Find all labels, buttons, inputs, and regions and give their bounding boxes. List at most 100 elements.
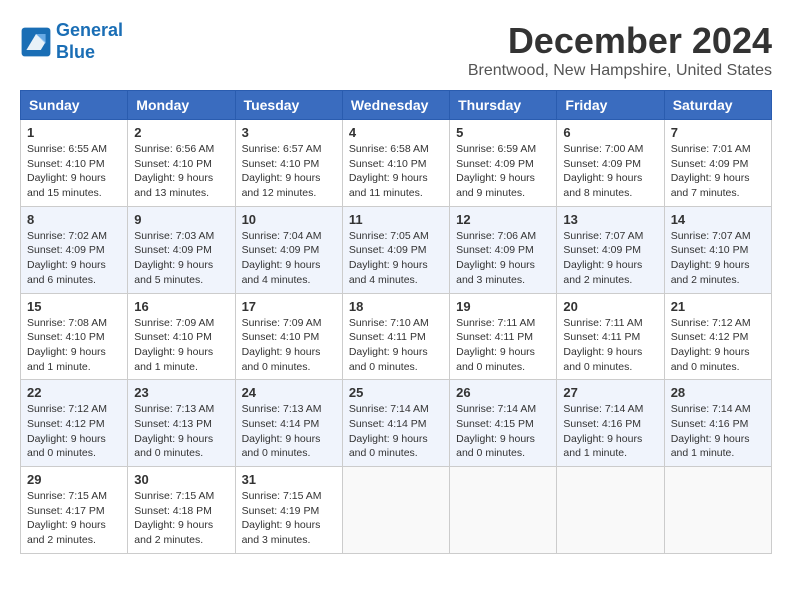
day-info: Sunrise: 7:12 AM Sunset: 4:12 PM Dayligh…	[27, 403, 107, 459]
day-info: Sunrise: 7:09 AM Sunset: 4:10 PM Dayligh…	[134, 317, 214, 373]
day-number: 29	[27, 472, 121, 487]
day-info: Sunrise: 7:03 AM Sunset: 4:09 PM Dayligh…	[134, 230, 214, 286]
logo-text: General Blue	[56, 20, 123, 63]
day-info: Sunrise: 7:06 AM Sunset: 4:09 PM Dayligh…	[456, 230, 536, 286]
table-row: 31 Sunrise: 7:15 AM Sunset: 4:19 PM Dayl…	[235, 467, 342, 554]
table-row: 22 Sunrise: 7:12 AM Sunset: 4:12 PM Dayl…	[21, 380, 128, 467]
day-number: 3	[242, 125, 336, 140]
table-row: 3 Sunrise: 6:57 AM Sunset: 4:10 PM Dayli…	[235, 120, 342, 207]
table-row	[664, 467, 771, 554]
col-thursday: Thursday	[450, 91, 557, 120]
table-row: 25 Sunrise: 7:14 AM Sunset: 4:14 PM Dayl…	[342, 380, 449, 467]
col-friday: Friday	[557, 91, 664, 120]
table-row	[342, 467, 449, 554]
table-row: 19 Sunrise: 7:11 AM Sunset: 4:11 PM Dayl…	[450, 293, 557, 380]
day-info: Sunrise: 7:12 AM Sunset: 4:12 PM Dayligh…	[671, 317, 751, 373]
day-info: Sunrise: 7:00 AM Sunset: 4:09 PM Dayligh…	[563, 143, 643, 199]
day-number: 26	[456, 385, 550, 400]
title-area: December 2024 Brentwood, New Hampshire, …	[468, 20, 772, 80]
table-row: 6 Sunrise: 7:00 AM Sunset: 4:09 PM Dayli…	[557, 120, 664, 207]
day-number: 8	[27, 212, 121, 227]
table-row: 30 Sunrise: 7:15 AM Sunset: 4:18 PM Dayl…	[128, 467, 235, 554]
day-number: 13	[563, 212, 657, 227]
day-info: Sunrise: 7:09 AM Sunset: 4:10 PM Dayligh…	[242, 317, 322, 373]
day-number: 23	[134, 385, 228, 400]
table-row: 13 Sunrise: 7:07 AM Sunset: 4:09 PM Dayl…	[557, 206, 664, 293]
day-number: 31	[242, 472, 336, 487]
day-info: Sunrise: 7:05 AM Sunset: 4:09 PM Dayligh…	[349, 230, 429, 286]
calendar-table: Sunday Monday Tuesday Wednesday Thursday…	[20, 90, 772, 554]
table-row: 12 Sunrise: 7:06 AM Sunset: 4:09 PM Dayl…	[450, 206, 557, 293]
day-info: Sunrise: 7:14 AM Sunset: 4:14 PM Dayligh…	[349, 403, 429, 459]
day-number: 19	[456, 299, 550, 314]
table-row: 28 Sunrise: 7:14 AM Sunset: 4:16 PM Dayl…	[664, 380, 771, 467]
day-number: 5	[456, 125, 550, 140]
day-info: Sunrise: 7:01 AM Sunset: 4:09 PM Dayligh…	[671, 143, 751, 199]
day-number: 15	[27, 299, 121, 314]
day-number: 10	[242, 212, 336, 227]
day-info: Sunrise: 7:08 AM Sunset: 4:10 PM Dayligh…	[27, 317, 107, 373]
day-number: 22	[27, 385, 121, 400]
day-info: Sunrise: 7:14 AM Sunset: 4:16 PM Dayligh…	[563, 403, 643, 459]
table-row: 4 Sunrise: 6:58 AM Sunset: 4:10 PM Dayli…	[342, 120, 449, 207]
table-row: 1 Sunrise: 6:55 AM Sunset: 4:10 PM Dayli…	[21, 120, 128, 207]
day-number: 11	[349, 212, 443, 227]
table-row: 26 Sunrise: 7:14 AM Sunset: 4:15 PM Dayl…	[450, 380, 557, 467]
table-row: 7 Sunrise: 7:01 AM Sunset: 4:09 PM Dayli…	[664, 120, 771, 207]
day-number: 9	[134, 212, 228, 227]
table-row: 21 Sunrise: 7:12 AM Sunset: 4:12 PM Dayl…	[664, 293, 771, 380]
table-row: 11 Sunrise: 7:05 AM Sunset: 4:09 PM Dayl…	[342, 206, 449, 293]
logo-line1: General	[56, 20, 123, 40]
day-number: 4	[349, 125, 443, 140]
day-number: 30	[134, 472, 228, 487]
logo-icon	[20, 26, 52, 58]
day-number: 12	[456, 212, 550, 227]
location-title: Brentwood, New Hampshire, United States	[468, 62, 772, 80]
table-row: 9 Sunrise: 7:03 AM Sunset: 4:09 PM Dayli…	[128, 206, 235, 293]
day-info: Sunrise: 7:07 AM Sunset: 4:10 PM Dayligh…	[671, 230, 751, 286]
day-info: Sunrise: 7:14 AM Sunset: 4:15 PM Dayligh…	[456, 403, 536, 459]
col-saturday: Saturday	[664, 91, 771, 120]
table-row: 27 Sunrise: 7:14 AM Sunset: 4:16 PM Dayl…	[557, 380, 664, 467]
table-row: 23 Sunrise: 7:13 AM Sunset: 4:13 PM Dayl…	[128, 380, 235, 467]
day-info: Sunrise: 7:15 AM Sunset: 4:19 PM Dayligh…	[242, 490, 322, 546]
table-row: 5 Sunrise: 6:59 AM Sunset: 4:09 PM Dayli…	[450, 120, 557, 207]
day-info: Sunrise: 7:07 AM Sunset: 4:09 PM Dayligh…	[563, 230, 643, 286]
day-info: Sunrise: 7:13 AM Sunset: 4:13 PM Dayligh…	[134, 403, 214, 459]
day-info: Sunrise: 6:57 AM Sunset: 4:10 PM Dayligh…	[242, 143, 322, 199]
logo: General Blue	[20, 20, 123, 63]
day-number: 28	[671, 385, 765, 400]
day-info: Sunrise: 7:04 AM Sunset: 4:09 PM Dayligh…	[242, 230, 322, 286]
day-info: Sunrise: 7:11 AM Sunset: 4:11 PM Dayligh…	[563, 317, 642, 373]
day-number: 18	[349, 299, 443, 314]
day-number: 6	[563, 125, 657, 140]
day-info: Sunrise: 6:55 AM Sunset: 4:10 PM Dayligh…	[27, 143, 107, 199]
day-info: Sunrise: 7:15 AM Sunset: 4:18 PM Dayligh…	[134, 490, 214, 546]
day-number: 25	[349, 385, 443, 400]
page-header: General Blue December 2024 Brentwood, Ne…	[20, 20, 772, 80]
table-row: 16 Sunrise: 7:09 AM Sunset: 4:10 PM Dayl…	[128, 293, 235, 380]
day-info: Sunrise: 6:59 AM Sunset: 4:09 PM Dayligh…	[456, 143, 536, 199]
day-number: 1	[27, 125, 121, 140]
calendar-header-row: Sunday Monday Tuesday Wednesday Thursday…	[21, 91, 772, 120]
day-number: 17	[242, 299, 336, 314]
table-row: 15 Sunrise: 7:08 AM Sunset: 4:10 PM Dayl…	[21, 293, 128, 380]
day-number: 16	[134, 299, 228, 314]
table-row	[450, 467, 557, 554]
day-info: Sunrise: 7:11 AM Sunset: 4:11 PM Dayligh…	[456, 317, 535, 373]
day-info: Sunrise: 7:13 AM Sunset: 4:14 PM Dayligh…	[242, 403, 322, 459]
table-row: 17 Sunrise: 7:09 AM Sunset: 4:10 PM Dayl…	[235, 293, 342, 380]
day-info: Sunrise: 7:10 AM Sunset: 4:11 PM Dayligh…	[349, 317, 429, 373]
day-number: 27	[563, 385, 657, 400]
day-number: 20	[563, 299, 657, 314]
table-row: 24 Sunrise: 7:13 AM Sunset: 4:14 PM Dayl…	[235, 380, 342, 467]
table-row: 2 Sunrise: 6:56 AM Sunset: 4:10 PM Dayli…	[128, 120, 235, 207]
table-row: 14 Sunrise: 7:07 AM Sunset: 4:10 PM Dayl…	[664, 206, 771, 293]
table-row: 29 Sunrise: 7:15 AM Sunset: 4:17 PM Dayl…	[21, 467, 128, 554]
day-number: 21	[671, 299, 765, 314]
day-number: 2	[134, 125, 228, 140]
day-info: Sunrise: 7:14 AM Sunset: 4:16 PM Dayligh…	[671, 403, 751, 459]
day-info: Sunrise: 6:56 AM Sunset: 4:10 PM Dayligh…	[134, 143, 214, 199]
month-title: December 2024	[468, 20, 772, 62]
table-row: 8 Sunrise: 7:02 AM Sunset: 4:09 PM Dayli…	[21, 206, 128, 293]
